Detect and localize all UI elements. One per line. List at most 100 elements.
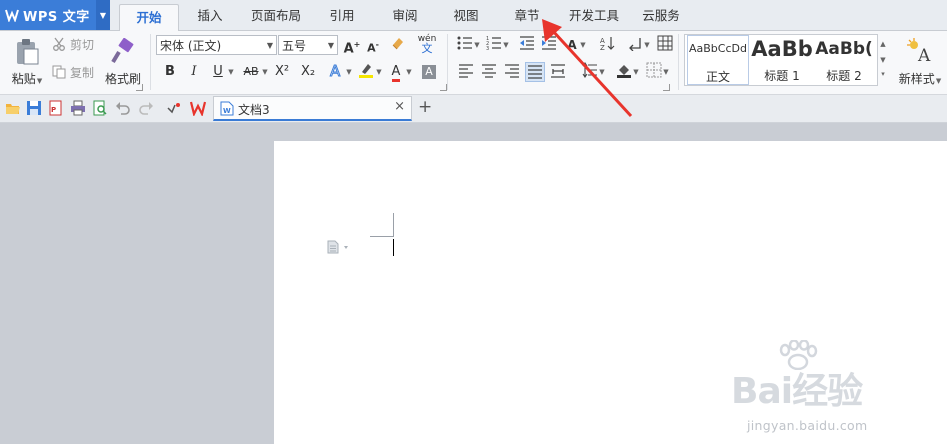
document-icon: W — [220, 101, 234, 116]
scroll-down-icon[interactable]: ▼ — [880, 56, 885, 64]
export-pdf-icon[interactable]: P — [48, 100, 64, 116]
decrease-indent-button[interactable] — [517, 35, 537, 55]
text-effect-dropdown-icon[interactable]: ▼ — [344, 62, 354, 82]
justify-button[interactable] — [525, 62, 545, 82]
borders-dropdown-icon[interactable]: ▼ — [661, 62, 671, 82]
app-menu-dropdown-icon[interactable]: ▼ — [96, 0, 110, 30]
style-heading-2[interactable]: AaBb( 标题 2 — [813, 35, 875, 85]
increase-indent-icon — [542, 36, 556, 50]
justify-icon — [528, 65, 542, 79]
clipboard-icon — [17, 38, 39, 64]
format-painter-button[interactable]: 格式刷 — [103, 33, 143, 91]
doc-tab-active[interactable]: W 文档3 × — [213, 96, 412, 121]
sort-icon: AZ — [600, 37, 615, 52]
align-center-button[interactable] — [479, 62, 499, 82]
group-divider — [678, 34, 679, 90]
svg-text:P: P — [51, 106, 56, 114]
numbered-list-dropdown-icon[interactable]: ▼ — [501, 35, 511, 55]
tab-chapter[interactable]: 章节 — [505, 0, 549, 30]
shading-dropdown-icon[interactable]: ▼ — [631, 62, 641, 82]
tab-review[interactable]: 审阅 — [383, 0, 427, 30]
customize-quick-access-icon[interactable] — [166, 100, 182, 116]
shrink-font-button[interactable]: A- — [363, 35, 383, 55]
print-icon[interactable] — [70, 100, 86, 116]
distributed-align-icon — [551, 64, 565, 78]
open-folder-icon[interactable] — [5, 100, 21, 116]
tab-home[interactable]: 开始 — [119, 4, 179, 32]
show-marks-dropdown-icon[interactable]: ▼ — [642, 35, 652, 55]
tab-references[interactable]: 引用 — [320, 0, 364, 30]
tab-view[interactable]: 视图 — [444, 0, 488, 30]
quick-access-bar: P — [0, 95, 947, 123]
print-preview-icon[interactable] — [92, 100, 108, 116]
font-name-select[interactable]: 宋体 (正文) ▼ — [156, 35, 277, 55]
distributed-align-button[interactable] — [548, 62, 568, 82]
tab-insert[interactable]: 插入 — [188, 0, 232, 30]
new-style-label: 新样式 — [898, 71, 935, 86]
increase-indent-button[interactable] — [539, 35, 559, 55]
sort-button[interactable]: AZ — [597, 35, 617, 55]
table-grid-icon — [657, 35, 673, 51]
tab-cloud-services[interactable]: 云服务 — [636, 0, 686, 30]
underline-dropdown-icon[interactable]: ▼ — [226, 62, 236, 82]
wps-home-icon[interactable] — [190, 100, 206, 116]
line-spacing-dropdown-icon[interactable]: ▼ — [597, 62, 607, 82]
highlighter-icon — [359, 64, 373, 78]
paste-button[interactable]: 粘贴▼ — [8, 33, 46, 91]
style-heading-1-name: 标题 1 — [764, 69, 800, 83]
font-color-dropdown-icon[interactable]: ▼ — [404, 62, 414, 82]
italic-button[interactable]: I — [184, 62, 204, 82]
paragraph-layout-icon[interactable] — [327, 240, 353, 254]
strikethrough-dropdown-icon[interactable]: ▼ — [260, 62, 270, 82]
watermark-url: jingyan.baidu.com — [747, 418, 868, 433]
table-grid-button[interactable] — [655, 35, 675, 55]
borders-icon — [646, 62, 662, 78]
text-effect-button[interactable]: A — [326, 62, 346, 82]
paragraph-dialog-launcher-icon[interactable] — [663, 84, 670, 91]
tab-developer[interactable]: 开发工具 — [563, 0, 625, 30]
close-tab-icon[interactable]: × — [394, 99, 405, 114]
gallery-expand-icon[interactable]: ▾ — [881, 70, 885, 78]
undo-icon[interactable] — [115, 100, 131, 116]
new-tab-icon[interactable]: + — [418, 97, 432, 117]
align-left-button[interactable] — [456, 62, 476, 82]
svg-text:A: A — [330, 62, 341, 78]
bold-button[interactable]: B — [160, 62, 180, 82]
font-dialog-launcher-icon[interactable] — [440, 84, 447, 91]
align-right-button[interactable] — [502, 62, 522, 82]
clear-format-button[interactable] — [388, 35, 408, 55]
save-icon[interactable] — [26, 100, 42, 116]
bullet-list-dropdown-icon[interactable]: ▼ — [472, 35, 482, 55]
wps-logo-icon — [5, 9, 19, 22]
styles-scroll[interactable]: ▲ ▼ ▾ — [877, 34, 889, 84]
margin-crop-mark — [393, 213, 394, 237]
new-style-button[interactable]: A 新样式▼ — [894, 33, 946, 91]
superscript-button[interactable]: X² — [272, 62, 292, 82]
tab-page-layout[interactable]: 页面布局 — [245, 0, 307, 30]
scroll-up-icon[interactable]: ▲ — [880, 40, 885, 48]
style-heading-1[interactable]: AaBb 标题 1 — [751, 35, 813, 85]
copy-icon — [52, 65, 66, 79]
underline-button[interactable]: U — [208, 62, 228, 82]
cut-button[interactable]: 剪切 — [52, 35, 102, 53]
font-color-button[interactable]: A — [386, 62, 406, 82]
copy-button[interactable]: 复制 — [52, 63, 102, 81]
pinyin-guide-button[interactable]: wén 文 — [414, 34, 440, 54]
redo-icon[interactable] — [138, 100, 154, 116]
subscript-button[interactable]: X₂ — [298, 62, 318, 82]
chinese-layout-dropdown-icon[interactable]: ▼ — [578, 35, 588, 55]
menu-bar: WPS 文字 ▼ 开始 插入 页面布局 引用 审阅 视图 章节 开发工具 云服务 — [0, 0, 947, 32]
style-normal-name: 正文 — [705, 70, 730, 84]
highlight-dropdown-icon[interactable]: ▼ — [374, 62, 384, 82]
character-shading-button[interactable]: A — [419, 62, 439, 82]
align-left-icon — [459, 64, 473, 78]
app-menu-button[interactable]: WPS 文字 — [0, 0, 96, 30]
grow-font-button[interactable]: A+ — [342, 35, 362, 56]
clipboard-dialog-launcher-icon[interactable] — [136, 84, 143, 91]
style-normal[interactable]: AaBbCcDd 正文 — [687, 35, 749, 85]
highlight-button[interactable] — [356, 62, 376, 82]
style-heading-1-sample: AaBb — [751, 37, 813, 61]
strikethrough-button[interactable]: AB — [240, 62, 262, 82]
style-normal-sample: AaBbCcDd — [689, 42, 747, 55]
font-size-select[interactable]: 五号 ▼ — [278, 35, 338, 55]
